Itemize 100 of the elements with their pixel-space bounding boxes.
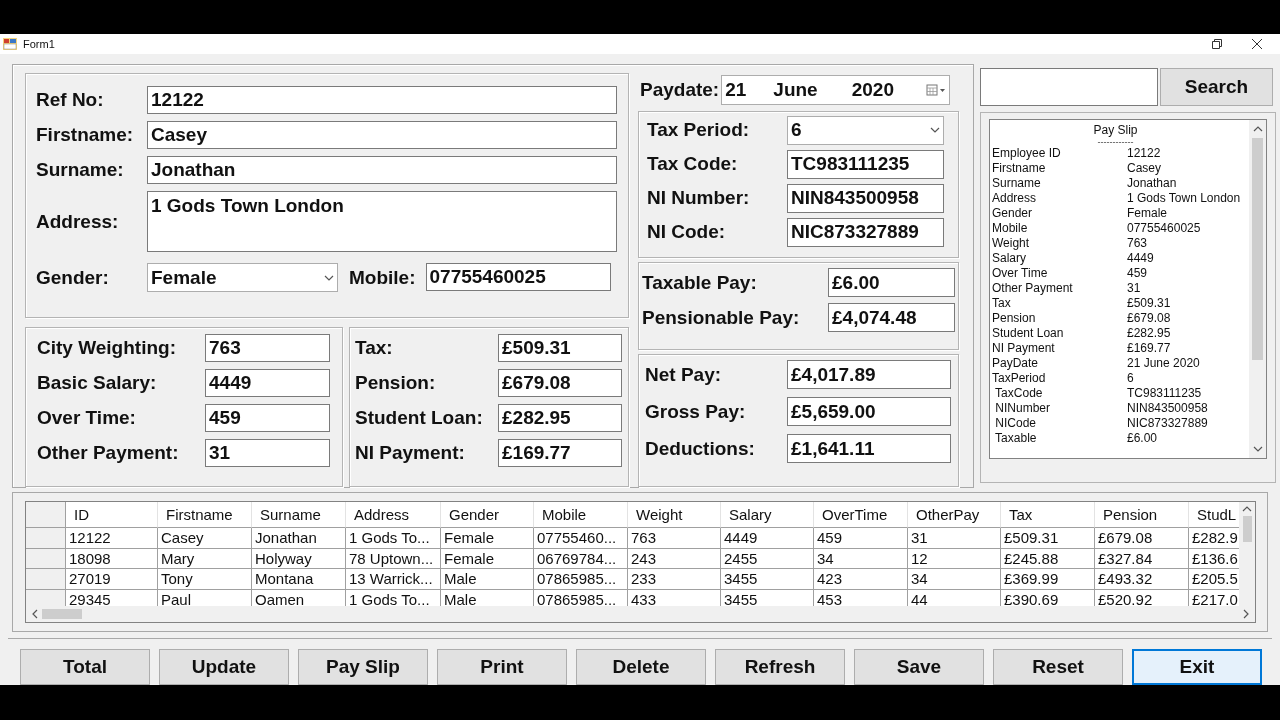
text-field[interactable]: £509.31 — [498, 334, 622, 363]
text-field[interactable]: £4,017.89 — [787, 360, 951, 390]
table-cell: 34 — [908, 569, 1001, 590]
slip-label: NICode — [994, 416, 1038, 432]
slip-value: 21 June 2020 — [1127, 356, 1200, 372]
slip-value: £679.08 — [1127, 311, 1171, 327]
table-cell: 3455 — [721, 569, 814, 590]
close-icon[interactable] — [1252, 39, 1262, 50]
text-field[interactable]: NIC873327889 — [787, 217, 944, 247]
text-field[interactable]: TC983111235 — [787, 149, 944, 179]
date-picker[interactable]: 21 June 2020 — [721, 74, 951, 105]
column-header[interactable]: Tax — [1001, 502, 1095, 529]
scroll-thumb[interactable] — [42, 609, 82, 620]
text-field[interactable]: 459 — [205, 404, 330, 433]
window-title: Form1 — [23, 38, 55, 51]
text-field[interactable]: 4449 — [205, 369, 330, 398]
action-button[interactable]: Refresh — [715, 649, 845, 685]
text-field[interactable]: £6.00 — [828, 268, 955, 298]
slip-value: 6 — [1127, 371, 1134, 387]
text-field[interactable]: £169.77 — [498, 439, 622, 468]
table-cell: 34 — [814, 548, 908, 570]
table-cell: Female — [441, 548, 534, 570]
column-header[interactable]: Gender — [441, 502, 534, 529]
slip-value: 31 — [1127, 281, 1141, 297]
column-header[interactable]: OverTime — [814, 502, 908, 529]
column-header[interactable]: Firstname — [158, 502, 252, 529]
action-button[interactable]: Print — [437, 649, 567, 685]
text-field[interactable]: £1,641.11 — [787, 434, 951, 464]
text-field[interactable]: NIN843500958 — [787, 183, 944, 213]
table-cell: £493.32 — [1095, 569, 1189, 590]
text-field[interactable]: £679.08 — [498, 369, 622, 398]
table-cell: Female — [441, 528, 534, 549]
scrollbar[interactable] — [1249, 120, 1266, 459]
field-label: Over Time: — [37, 406, 137, 431]
row-header[interactable] — [26, 569, 66, 590]
slip-value: 763 — [1127, 236, 1148, 252]
field-label: City Weighting: — [37, 336, 177, 361]
column-header[interactable]: Mobile — [534, 502, 628, 529]
search-button[interactable]: Search — [1160, 68, 1273, 107]
text-field[interactable]: 07755460025 — [425, 263, 611, 292]
text-field[interactable]: £4,074.48 — [828, 303, 955, 333]
text-field[interactable]: 763 — [205, 334, 330, 363]
dropdown-field[interactable]: Female — [147, 263, 338, 293]
action-button[interactable]: Update — [159, 649, 289, 685]
field-label: Pension: — [355, 371, 437, 396]
vertical-scrollbar[interactable] — [1239, 502, 1255, 607]
text-area[interactable]: 1 Gods Town London — [147, 191, 617, 253]
table-cell: £369.99 — [1001, 569, 1095, 590]
action-button[interactable]: Pay Slip — [298, 649, 428, 685]
table-cell: Montana — [252, 569, 346, 590]
field-label: Tax Code: — [647, 152, 739, 177]
text-field[interactable]: £5,659.00 — [787, 397, 951, 427]
slip-label: Tax — [992, 296, 1012, 312]
table-cell: 27019 — [66, 569, 158, 590]
pay-slip-text-area[interactable] — [989, 119, 1267, 460]
slip-label: NINumber — [994, 401, 1051, 417]
search-field[interactable] — [980, 68, 1158, 107]
column-header[interactable]: Address — [346, 502, 441, 529]
field-label: Gender: — [36, 265, 110, 290]
slip-label: TaxCode — [994, 386, 1044, 402]
column-header[interactable]: Pension — [1095, 502, 1189, 529]
table-cell: 243 — [628, 548, 721, 570]
scroll-thumb[interactable] — [1242, 516, 1252, 543]
table-cell: Casey — [158, 528, 252, 549]
text-field[interactable]: Casey — [147, 121, 617, 150]
action-button[interactable]: Total — [20, 649, 150, 685]
calendar-icon — [926, 83, 947, 96]
text-field[interactable]: £282.95 — [498, 404, 622, 433]
field-label: NI Number: — [647, 186, 751, 211]
slip-value: £282.95 — [1127, 326, 1171, 342]
chevron-icon — [32, 609, 38, 620]
column-header[interactable]: Weight — [628, 502, 721, 529]
column-header[interactable]: OtherPay — [908, 502, 1001, 529]
table-cell: £245.88 — [1001, 548, 1095, 570]
restore-icon[interactable] — [1212, 39, 1222, 50]
app-icon — [3, 38, 17, 51]
column-header[interactable]: Salary — [721, 502, 814, 529]
action-button[interactable]: Save — [854, 649, 984, 685]
data-grid[interactable] — [25, 501, 1256, 624]
slip-label: Pension — [992, 311, 1037, 327]
table-cell: 2455 — [721, 548, 814, 570]
action-button[interactable]: Exit — [1132, 649, 1262, 685]
text-field[interactable]: 31 — [205, 439, 330, 468]
action-button[interactable]: Reset — [993, 649, 1123, 685]
row-header[interactable] — [26, 548, 66, 570]
table-cell: 31 — [908, 528, 1001, 549]
dropdown-field[interactable]: 6 — [787, 115, 944, 145]
table-cell: 233 — [628, 569, 721, 590]
chevron-icon — [1252, 126, 1263, 133]
horizontal-scrollbar[interactable] — [26, 606, 1255, 623]
chevron-icon — [1243, 609, 1249, 620]
slip-value: 4449 — [1127, 251, 1154, 267]
column-header[interactable]: Surname — [252, 502, 346, 529]
text-field[interactable]: 12122 — [147, 86, 617, 115]
column-header[interactable]: ID — [66, 502, 158, 529]
text-field[interactable]: Jonathan — [147, 156, 617, 185]
row-header[interactable] — [26, 528, 66, 549]
table-cell: Jonathan — [252, 528, 346, 549]
field-label: Surname: — [36, 158, 125, 183]
action-button[interactable]: Delete — [576, 649, 706, 685]
